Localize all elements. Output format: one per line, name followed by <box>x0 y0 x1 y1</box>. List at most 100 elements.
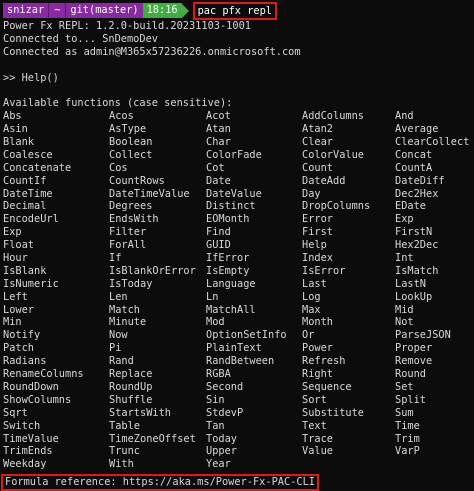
repl-version-line: Power Fx REPL: 1.2.0-build.20231103-1001 <box>3 20 251 32</box>
function-name: GUID <box>206 239 231 252</box>
function-name: Atan <box>206 123 231 136</box>
function-name: StartsWith <box>109 406 171 419</box>
function-name: Cot <box>206 161 225 174</box>
function-name: Degrees <box>109 200 153 213</box>
function-name: Hour <box>3 252 28 265</box>
function-name: CountA <box>395 161 433 174</box>
function-name: Now <box>109 329 128 342</box>
function-name: Blank <box>3 136 34 149</box>
function-name: Weekday <box>3 458 47 471</box>
function-name: Left <box>3 290 28 303</box>
function-name: Rand <box>109 355 134 368</box>
command-input[interactable]: pac pfx repl <box>192 1 278 20</box>
function-name: EDate <box>395 200 426 213</box>
function-name: ColorFade <box>206 148 262 161</box>
function-name: RandBetween <box>206 355 275 368</box>
function-name: Log <box>302 290 321 303</box>
function-name: Clear <box>302 136 333 149</box>
function-name: Abs <box>3 110 22 123</box>
function-name: Boolean <box>109 136 153 149</box>
function-name: DateValue <box>206 187 262 200</box>
function-name: Second <box>206 380 244 393</box>
function-name: Date <box>206 174 231 187</box>
function-name: Text <box>302 419 327 432</box>
function-name: Mid <box>395 303 414 316</box>
function-name: Int <box>395 252 414 265</box>
function-name: Tan <box>206 419 225 432</box>
help-command-line: >> Help() <box>3 71 59 84</box>
function-name: Split <box>395 393 426 406</box>
function-name: Pi <box>109 342 122 355</box>
function-name: IsError <box>302 264 346 277</box>
function-name: CountRows <box>109 174 165 187</box>
function-name: Sin <box>206 393 225 406</box>
function-name: StdevP <box>206 406 244 419</box>
shell-prompt: snizar ~ git(master) 18:16 pac pfx repl <box>3 1 471 20</box>
function-name: ShowColumns <box>3 393 72 406</box>
function-name: Shuffle <box>109 393 153 406</box>
function-name: Table <box>109 419 140 432</box>
function-name: Switch <box>3 419 41 432</box>
prompt-git-branch: git(master) <box>65 3 143 18</box>
function-name: ColorValue <box>302 148 364 161</box>
function-name: TimeValue <box>3 432 59 445</box>
function-name: And <box>395 110 414 123</box>
function-name: EncodeUrl <box>3 213 59 226</box>
function-name: Trunc <box>109 445 140 458</box>
function-name: Coalesce <box>3 148 53 161</box>
function-name: Patch <box>3 342 34 355</box>
function-name: Language <box>206 277 256 290</box>
function-name: Ln <box>206 290 219 303</box>
function-name: Upper <box>206 445 237 458</box>
function-name: Count <box>302 161 333 174</box>
function-name: With <box>109 458 134 471</box>
function-name: RGBA <box>206 368 231 381</box>
function-name: RenameColumns <box>3 368 84 381</box>
function-name: Value <box>302 445 333 458</box>
function-name: Acot <box>206 110 231 123</box>
formula-reference-line[interactable]: Formula reference: https://aka.ms/Power-… <box>1 474 319 491</box>
terminal-window[interactable]: snizar ~ git(master) 18:16 pac pfx repl … <box>0 1 474 491</box>
function-name: RoundDown <box>3 380 59 393</box>
function-name: IsMatch <box>395 264 439 277</box>
function-name: Last <box>302 277 327 290</box>
function-name: CountIf <box>3 174 47 187</box>
function-name: Remove <box>395 355 433 368</box>
function-name: Help <box>302 239 327 252</box>
function-name: Concat <box>395 148 433 161</box>
function-name: Proper <box>395 342 433 355</box>
function-name: IfError <box>206 252 250 265</box>
function-name: Decimal <box>3 200 47 213</box>
function-name: Sqrt <box>3 406 28 419</box>
function-name: Average <box>395 123 439 136</box>
function-name: Exp <box>3 226 22 239</box>
prompt-cwd: ~ <box>48 3 66 18</box>
function-name: PlainText <box>206 342 262 355</box>
function-name: OptionSetInfo <box>206 329 287 342</box>
function-name: EOMonth <box>206 213 250 226</box>
function-name: Radians <box>3 355 47 368</box>
function-name: Mod <box>206 316 225 329</box>
function-name: Concatenate <box>3 161 72 174</box>
function-name <box>395 458 473 471</box>
function-name: Today <box>206 432 237 445</box>
function-name: AddColumns <box>302 110 364 123</box>
connected-to-line: Connected to... SnDemoDev <box>3 32 158 45</box>
function-name: Min <box>3 316 22 329</box>
function-name: Index <box>302 252 333 265</box>
function-name: Day <box>302 187 321 200</box>
function-name: AsType <box>109 123 147 136</box>
function-name: Power <box>302 342 333 355</box>
function-name: VarP <box>395 445 420 458</box>
function-name: Not <box>395 316 414 329</box>
function-name: IsToday <box>109 277 153 290</box>
function-name: DateDiff <box>395 174 445 187</box>
function-name: Sequence <box>302 380 352 393</box>
function-name: Acos <box>109 110 134 123</box>
function-name: Match <box>109 303 140 316</box>
function-name: Atan2 <box>302 123 333 136</box>
function-name: Minute <box>109 316 147 329</box>
function-name: Dec2Hex <box>395 187 439 200</box>
function-name: TimeZoneOffset <box>109 432 196 445</box>
